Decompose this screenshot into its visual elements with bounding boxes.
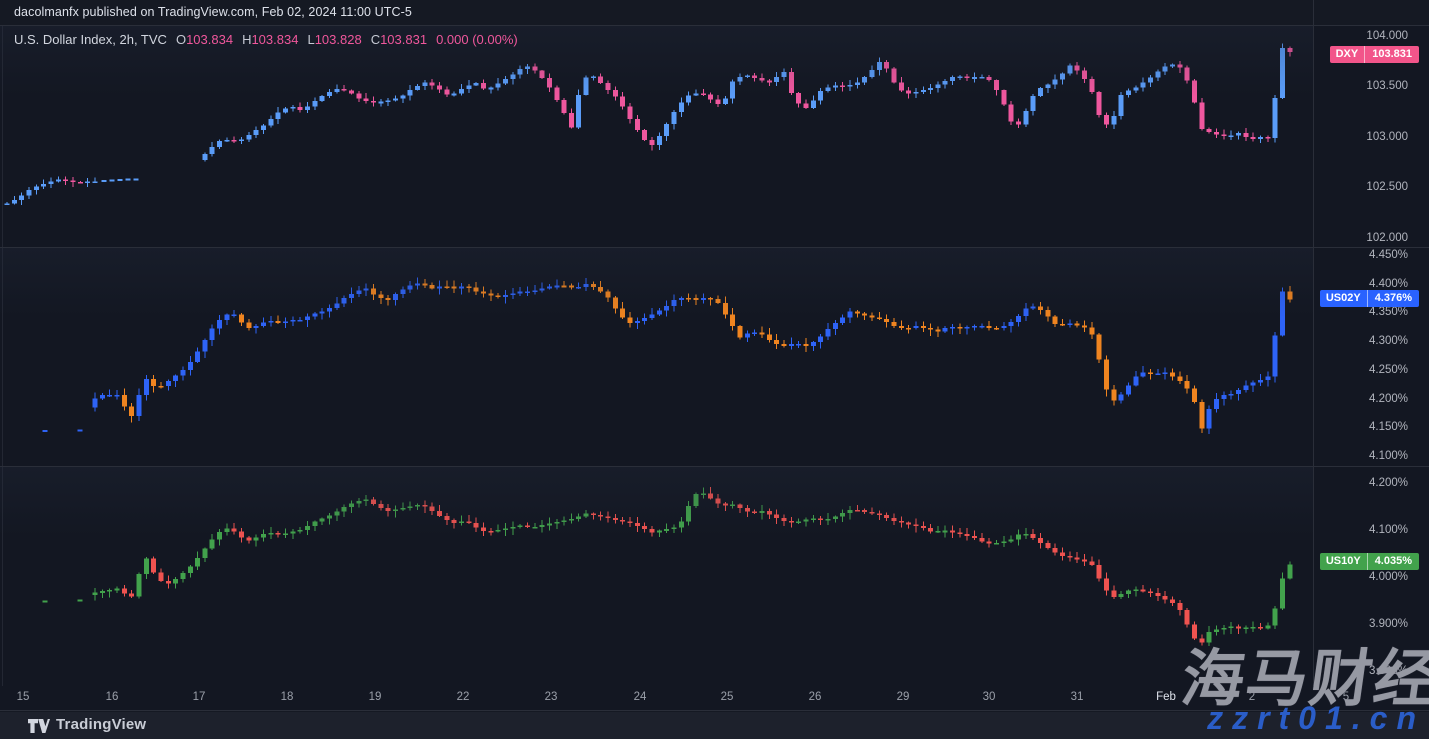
badge-symbol: DXY: [1330, 46, 1366, 63]
time-axis-label: Feb: [1156, 691, 1176, 703]
price-tick-label: 103.000: [1316, 131, 1408, 143]
time-axis-label: 2: [1249, 691, 1255, 703]
chart-left-border: [2, 26, 3, 687]
time-axis-label: 31: [1071, 691, 1084, 703]
time-axis-label: 25: [721, 691, 734, 703]
pane-divider-1[interactable]: [0, 247, 1429, 248]
symbol-legend[interactable]: U.S. Dollar Index, 2h, TVC O103.834 H103.8…: [14, 32, 518, 47]
time-axis-label: 23: [545, 691, 558, 703]
badge-symbol: US10Y: [1320, 553, 1368, 570]
time-axis-label: 22: [457, 691, 470, 703]
time-axis-label: 18: [281, 691, 294, 703]
price-tick-label: 103.500: [1316, 80, 1408, 92]
time-axis-label: 5: [1343, 691, 1349, 703]
badge-value: 4.376%: [1368, 290, 1419, 307]
price-tick-label: 4.250%: [1316, 364, 1408, 376]
time-axis-label: 26: [809, 691, 822, 703]
publish-header-text: dacolmanfx published on TradingView.com,…: [14, 5, 412, 19]
tradingview-published-chart: { "header": { "text": "dacolmanfx publis…: [0, 0, 1429, 739]
publish-header-bar: dacolmanfx published on TradingView.com,…: [0, 0, 1429, 25]
price-tick-label: 104.000: [1316, 30, 1408, 42]
legend-title: U.S. Dollar Index, 2h, TVC: [14, 32, 167, 47]
price-badge-us10y[interactable]: US10Y4.035%: [1320, 553, 1419, 570]
time-axis-label: 16: [106, 691, 119, 703]
legend-ohlc-item: C103.831: [371, 32, 427, 47]
price-tick-label: 4.450%: [1316, 249, 1408, 261]
price-badge-dxy[interactable]: DXY103.831: [1330, 46, 1419, 63]
legend-change: 0.000 (0.00%): [436, 32, 518, 47]
time-axis-label: 19: [369, 691, 382, 703]
footer-bar: TradingView: [0, 712, 1429, 739]
price-tick-label: 4.350%: [1316, 306, 1408, 318]
price-tick-label: 4.000%: [1316, 571, 1408, 583]
candlestick-panes[interactable]: [0, 26, 1313, 687]
tradingview-brand-text[interactable]: TradingView: [56, 716, 146, 733]
price-tick-label: 102.000: [1316, 232, 1408, 244]
price-tick-label: 4.400%: [1316, 278, 1408, 290]
time-axis[interactable]: 15161718192223242526293031Feb25: [0, 686, 1429, 711]
badge-value: 103.831: [1365, 46, 1419, 63]
price-tick-label: 3.900%: [1316, 618, 1408, 630]
badge-symbol: US02Y: [1320, 290, 1368, 307]
pane-divider-2[interactable]: [0, 466, 1429, 467]
legend-ohlc-item: L103.828: [307, 32, 361, 47]
price-tick-label: 4.200%: [1316, 393, 1408, 405]
price-tick-label: 4.100%: [1316, 450, 1408, 462]
legend-ohlc-item: O103.834: [176, 32, 233, 47]
price-tick-label: 4.100%: [1316, 524, 1408, 536]
price-tick-label: 4.200%: [1316, 477, 1408, 489]
time-axis-label: 24: [634, 691, 647, 703]
badge-value: 4.035%: [1368, 553, 1419, 570]
price-tick-label: 4.300%: [1316, 335, 1408, 347]
time-axis-label: 30: [983, 691, 996, 703]
tradingview-logo-icon[interactable]: [28, 718, 50, 734]
time-axis-label: 17: [193, 691, 206, 703]
price-badge-us02y[interactable]: US02Y4.376%: [1320, 290, 1419, 307]
legend-ohlc-item: H103.834: [242, 32, 298, 47]
price-tick-label: 4.150%: [1316, 421, 1408, 433]
price-tick-label: 102.500: [1316, 181, 1408, 193]
price-tick-label: 3.800%: [1316, 665, 1408, 677]
chart-area[interactable]: U.S. Dollar Index, 2h, TVC O103.834 H103.8…: [0, 25, 1429, 686]
price-axis-separator: [1313, 0, 1314, 686]
time-axis-label: 15: [17, 691, 30, 703]
time-axis-label: 29: [897, 691, 910, 703]
